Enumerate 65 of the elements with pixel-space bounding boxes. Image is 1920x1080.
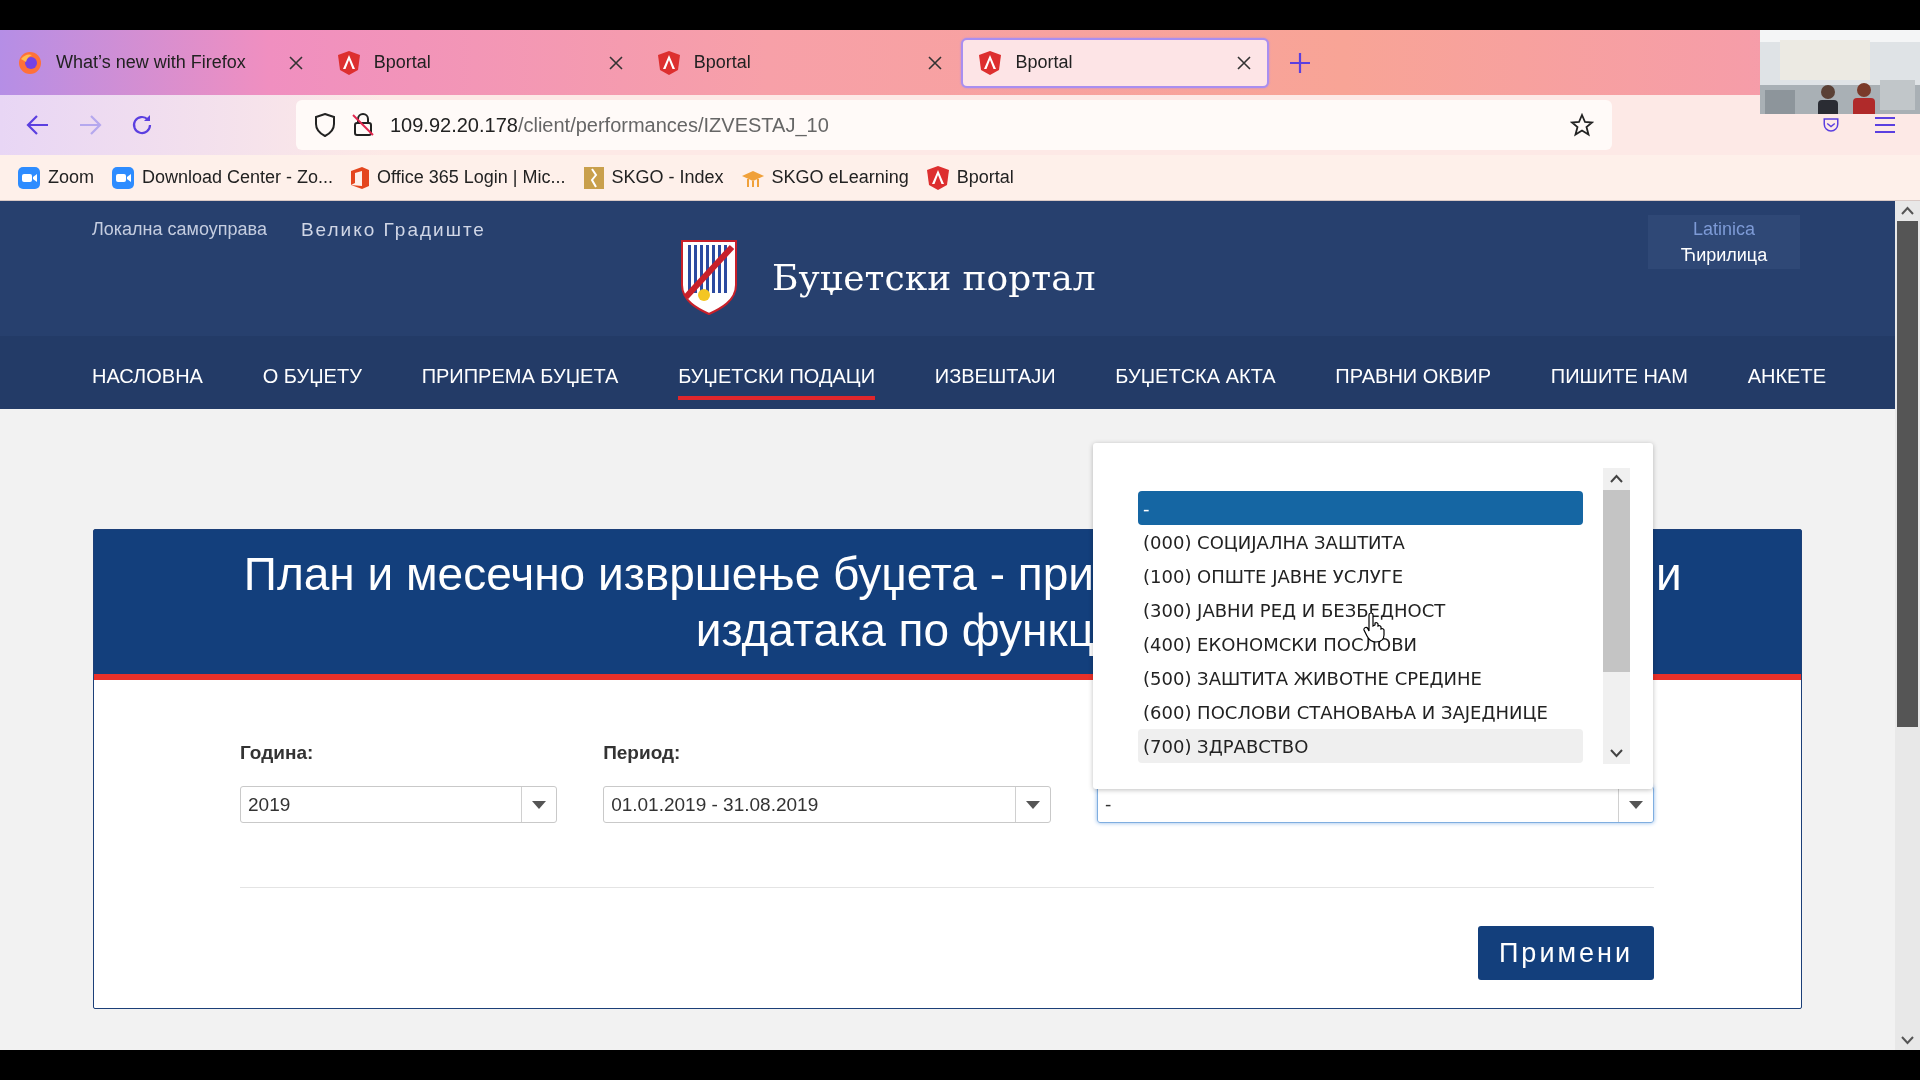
- bookmark-link[interactable]: Download Center - Zo...: [112, 166, 334, 189]
- select-field[interactable]: 01.01.2019 - 31.08.2019: [603, 786, 1052, 823]
- nav-link[interactable]: О БУЏЕТУ: [262, 355, 362, 400]
- insecure-lock-icon[interactable]: [352, 113, 374, 137]
- close-icon[interactable]: [608, 55, 623, 70]
- bookmark-link[interactable]: Office 365 Login | Mic...: [351, 166, 566, 189]
- portal-title: Буџетски портал: [772, 256, 1096, 298]
- dropdown-caret-icon: [1026, 800, 1041, 809]
- nav-link[interactable]: АНКЕТЕ: [1747, 355, 1826, 400]
- language-link[interactable]: Ћирилица: [1680, 242, 1768, 268]
- video-camera-icon: [18, 166, 40, 189]
- nav-link[interactable]: ПИШИТЕ НАМ: [1550, 355, 1688, 400]
- firefox-icon: [18, 50, 42, 75]
- close-icon[interactable]: [1237, 55, 1252, 70]
- browser-tab[interactable]: What’s new with Firefox: [2, 37, 319, 88]
- browser-tab[interactable]: Bportal: [321, 37, 639, 88]
- organization-label: Локална самоуправа: [92, 219, 267, 240]
- scrollbar[interactable]: [1895, 201, 1920, 1050]
- office-icon: [351, 166, 370, 189]
- report-title: План и месечно извршење буџета - при: [243, 547, 1094, 602]
- bookmark-link[interactable]: SKGO eLearning: [741, 167, 909, 188]
- angular-shield-icon: [657, 50, 680, 75]
- shield-icon[interactable]: [314, 113, 336, 137]
- address-bar[interactable]: 109.92.20.178/client/performances/IZVESTAJ_10: [296, 100, 1612, 150]
- bookmark-link[interactable]: SKGO - Index: [583, 166, 724, 189]
- dropdown-option[interactable]: (600) ПОСЛОВИ СТАНОВАЊА И ЗАЈЕДНИЦЕ: [1138, 695, 1583, 729]
- scrollbar[interactable]: [1603, 468, 1630, 764]
- dropdown-option[interactable]: (300) ЈАВНИ РЕД И БЕЗБЕДНОСТ: [1138, 593, 1583, 627]
- url-text: 109.92.20.178/client/performances/IZVESTAJ_10: [390, 113, 830, 137]
- star-icon[interactable]: [1570, 113, 1594, 137]
- menu-icon[interactable]: [1874, 116, 1896, 134]
- report-title: издатака по функц: [695, 603, 1094, 658]
- field-label: Период:: [603, 742, 682, 764]
- report-title: и: [1656, 548, 1682, 600]
- angular-shield-icon: [926, 165, 949, 190]
- video-camera-icon: [112, 166, 134, 189]
- graduation-cap-icon: [741, 168, 764, 187]
- dropdown-caret-icon: [532, 800, 547, 809]
- nav-link[interactable]: НАСЛОВНА: [92, 355, 203, 400]
- nav-link[interactable]: ИЗВЕШТАЈИ: [934, 355, 1056, 400]
- nav-link[interactable]: ПРИПРЕМА БУЏЕТА: [421, 355, 619, 400]
- dropdown-option[interactable]: (100) ОПШТЕ ЈАВНЕ УСЛУГЕ: [1138, 559, 1583, 593]
- dropdown-option[interactable]: (000) СОЦИЈАЛНА ЗАШТИТА: [1138, 525, 1583, 559]
- nav-link[interactable]: БУЏЕТСКА АКТА: [1115, 355, 1276, 400]
- dropdown-option[interactable]: -: [1138, 491, 1583, 525]
- skgo-icon: [583, 166, 604, 189]
- browser-tab[interactable]: Bportal: [641, 37, 959, 88]
- bookmark-link[interactable]: Zoom: [18, 166, 94, 189]
- municipality-name: Велико Градиште: [300, 219, 486, 241]
- nav-link[interactable]: БУЏЕТСКИ ПОДАЦИ: [678, 355, 875, 400]
- field-label: Година:: [240, 742, 315, 764]
- pocket-icon[interactable]: [1822, 116, 1840, 134]
- select-field[interactable]: 2019: [240, 786, 558, 823]
- angular-shield-icon: [979, 50, 1002, 75]
- dropdown-option[interactable]: (500) ЗАШТИТА ЖИВОТНЕ СРЕДИНЕ: [1138, 661, 1583, 695]
- dropdown-option[interactable]: (700) ЗДРАВСТВО: [1138, 729, 1583, 763]
- apply-button[interactable]: Примени: [1478, 926, 1654, 980]
- close-icon[interactable]: [288, 55, 303, 70]
- dropdown-option[interactable]: (400) ЕКОНОМСКИ ПОСЛОВИ: [1138, 627, 1583, 661]
- dropdown-caret-icon: [1629, 800, 1643, 809]
- close-icon[interactable]: [928, 55, 943, 70]
- bookmark-link[interactable]: Bportal: [926, 165, 1014, 190]
- browser-tab[interactable]: Bportal: [961, 37, 1270, 88]
- angular-shield-icon: [337, 50, 360, 75]
- nav-link[interactable]: ПРАВНИ ОКВИР: [1335, 355, 1492, 400]
